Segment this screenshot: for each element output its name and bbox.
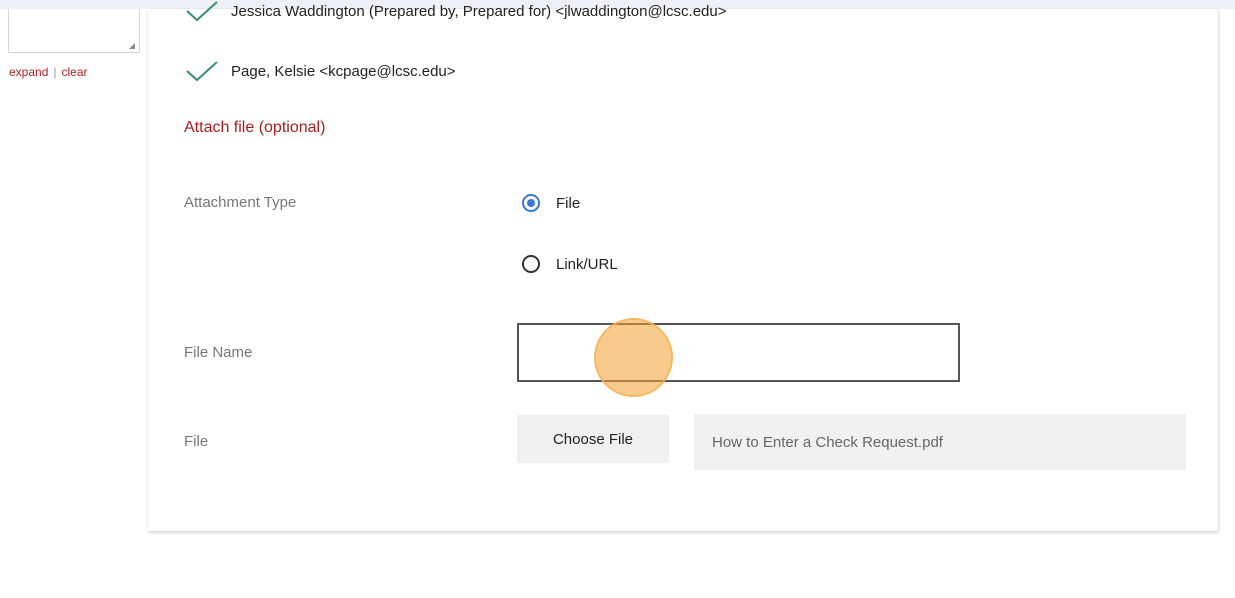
radio-selected-icon[interactable]	[522, 194, 540, 212]
check-icon	[186, 1, 218, 22]
radio-option-file[interactable]: File	[522, 194, 580, 212]
form-card: Jessica Waddington (Prepared by, Prepare…	[148, 1, 1218, 531]
chosen-file-name: How to Enter a Check Request.pdf	[694, 414, 1186, 470]
radio-label-file: File	[556, 194, 581, 212]
attachment-type-label: Attachment Type	[184, 194, 297, 211]
attach-file-heading[interactable]: Attach file (optional)	[184, 119, 325, 137]
radio-option-link[interactable]: Link/URL	[522, 255, 618, 273]
file-name-label: File Name	[184, 344, 253, 361]
radio-unselected-icon[interactable]	[522, 255, 540, 273]
notes-textarea[interactable]	[8, 9, 140, 53]
radio-label-link: Link/URL	[556, 255, 618, 273]
recipient-text: Jessica Waddington (Prepared by, Prepare…	[231, 2, 727, 20]
recipient-text: Page, Kelsie <kcpage@lcsc.edu>	[231, 62, 456, 80]
recipient-item: Jessica Waddington (Prepared by, Prepare…	[185, 0, 727, 22]
sidebar-panel: expand | clear	[0, 9, 148, 598]
check-icon	[186, 61, 218, 82]
choose-file-button[interactable]: Choose File	[517, 415, 669, 463]
chosen-file-text: How to Enter a Check Request.pdf	[712, 433, 943, 451]
recipient-item: Page, Kelsie <kcpage@lcsc.edu>	[185, 60, 456, 82]
expand-link[interactable]: expand	[9, 65, 48, 79]
resize-handle-icon[interactable]	[129, 43, 135, 49]
file-name-input[interactable]	[517, 323, 960, 382]
file-label: File	[184, 433, 209, 450]
clear-link[interactable]: clear	[62, 65, 88, 79]
link-separator: |	[53, 65, 57, 79]
textarea-actions: expand | clear	[9, 65, 88, 79]
